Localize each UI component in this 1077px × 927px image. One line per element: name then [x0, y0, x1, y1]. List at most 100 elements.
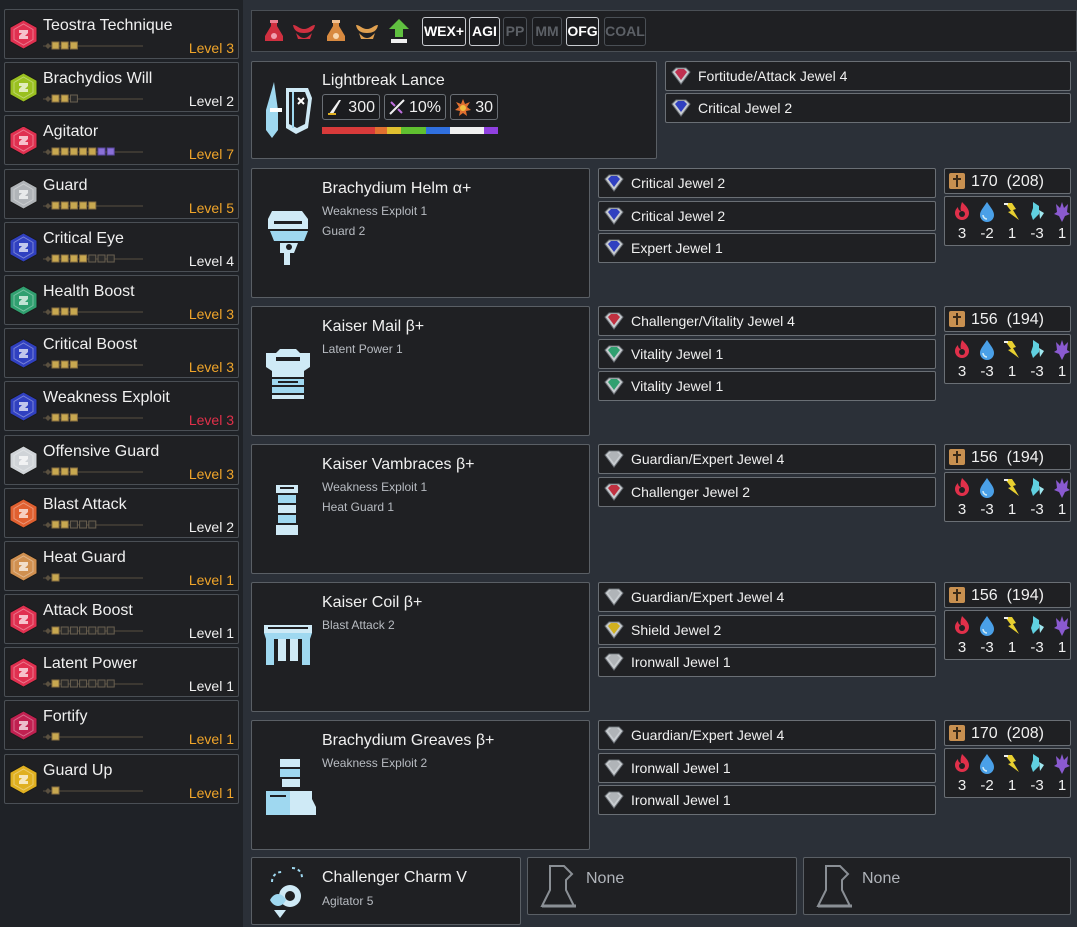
orange-potion-icon[interactable] — [322, 17, 350, 45]
armor-panel[interactable]: Brachydium Helm α+ Weakness Exploit 1 Guar… — [251, 168, 590, 298]
decoration-name: Ironwall Jewel 1 — [631, 654, 731, 670]
skill-row[interactable]: Attack Boost Level 1 — [4, 594, 239, 645]
toggle-mm-button[interactable]: MM — [532, 17, 562, 46]
armor-skill: Guard 2 — [322, 224, 366, 238]
decoration-slot[interactable]: Ironwall Jewel 1 — [598, 752, 936, 783]
empty-slot-2[interactable]: None — [803, 857, 1071, 915]
jewel-icon — [603, 725, 625, 745]
resistance-value: 1 — [1057, 225, 1067, 242]
armor-panel[interactable]: Kaiser Coil β+ Blast Attack 2 — [251, 582, 590, 712]
skill-name: Guard Up — [43, 761, 113, 779]
skill-row[interactable]: Brachydios Will Level 2 — [4, 62, 239, 113]
skill-row[interactable]: Latent Power Level 1 — [4, 647, 239, 698]
skill-level: Level 1 — [188, 784, 234, 801]
decoration-slot[interactable]: Critical Jewel 2 — [598, 168, 936, 198]
decoration-slot[interactable]: Guardian/Expert Jewel 4 — [598, 582, 936, 612]
decoration-slot[interactable]: Expert Jewel 1 — [598, 233, 936, 263]
decoration-slot[interactable]: Challenger Jewel 2 — [598, 476, 936, 507]
skill-level-pips — [43, 307, 143, 316]
decoration-slot[interactable]: Shield Jewel 2 — [598, 614, 936, 645]
decoration-slot[interactable]: Challenger/Vitality Jewel 4 — [598, 306, 936, 336]
skill-row[interactable]: Fortify Level 1 — [4, 700, 239, 751]
skill-row[interactable]: Teostra Technique Level 3 — [4, 9, 239, 59]
skill-row[interactable]: Health Boost Level 3 — [4, 274, 239, 325]
decoration-slot[interactable]: Critical Jewel 2 — [665, 93, 1071, 123]
armor-skill: Blast Attack 2 — [322, 618, 395, 632]
armor-skill: Weakness Exploit 2 — [322, 756, 428, 770]
skill-row[interactable]: Critical Boost Level 3 — [4, 328, 239, 379]
skill-level: Level 7 — [188, 146, 234, 163]
resistance-value: -3 — [1030, 639, 1044, 656]
defense-value-box: 156 (194) — [944, 306, 1071, 332]
jewel-icon — [603, 758, 625, 778]
charm-name: Challenger Charm V — [322, 869, 467, 886]
skill-icon — [8, 498, 39, 529]
defense-icon — [949, 449, 965, 465]
decoration-slot[interactable]: Critical Jewel 2 — [598, 200, 936, 231]
decoration-name: Vitality Jewel 1 — [631, 345, 724, 362]
skill-icon — [8, 710, 39, 742]
affinity-icon — [389, 99, 405, 115]
toggle-pp-button[interactable]: PP — [503, 17, 527, 46]
green-arrow-icon[interactable] — [385, 17, 413, 45]
orange-horns-icon[interactable] — [353, 17, 381, 45]
skill-row[interactable]: Agitator Level 7 — [4, 115, 239, 166]
skill-level: Level 1 — [188, 571, 234, 588]
decoration-slot[interactable]: Ironwall Jewel 1 — [598, 785, 936, 815]
decoration-name: Guardian/Expert Jewel 4 — [631, 451, 785, 467]
weapon-panel[interactable]: Lightbreak Lance 300 10% 30 — [251, 61, 657, 159]
red-horns-icon[interactable] — [290, 17, 318, 45]
skill-name: Critical Eye — [43, 229, 124, 247]
ice-resist-icon — [1031, 616, 1044, 634]
empty-slot-1[interactable]: None — [527, 857, 797, 915]
toggle-wex-button[interactable]: WEX+ — [422, 17, 466, 46]
jewel-icon — [603, 482, 625, 502]
charm-panel[interactable]: Challenger Charm V Agitator 5 — [251, 857, 521, 925]
toggle-agi-button[interactable]: AGI — [469, 17, 500, 46]
skill-row[interactable]: Offensive Guard Level 3 — [4, 434, 239, 485]
skill-name: Guard — [43, 176, 88, 194]
armor-panel[interactable]: Brachydium Greaves β+ Weakness Exploit 2 — [251, 720, 590, 850]
red-potion-icon[interactable] — [260, 17, 288, 45]
decoration-slot[interactable]: Guardian/Expert Jewel 4 — [598, 444, 936, 474]
decoration-slot[interactable]: Fortitude/Attack Jewel 4 — [665, 61, 1071, 91]
defense-value-box: 170 (208) — [944, 168, 1071, 194]
skill-row[interactable]: Guard Level 5 — [4, 168, 239, 219]
toggle-ofg-button[interactable]: OFG — [566, 17, 599, 46]
empty-slot-label: None — [586, 870, 625, 887]
water-resist-icon — [980, 478, 994, 498]
skills-sidebar: Teostra Technique Level 3 Brachydios Will L… — [0, 0, 243, 927]
water-resist-icon — [980, 616, 994, 636]
thunder-resist-icon — [1004, 341, 1019, 358]
decoration-slot[interactable]: Vitality Jewel 1 — [598, 371, 936, 401]
skill-row[interactable]: Critical Eye Level 4 — [4, 221, 239, 272]
decoration-name: Critical Jewel 2 — [631, 175, 726, 191]
decoration-slot[interactable]: Guardian/Expert Jewel 4 — [598, 720, 936, 750]
armor-panel[interactable]: Kaiser Vambraces β+ Weakness Exploit 1 Hea… — [251, 444, 590, 574]
decoration-slot[interactable]: Vitality Jewel 1 — [598, 338, 936, 369]
resistance-value: -3 — [1030, 777, 1044, 794]
skill-row[interactable]: Heat Guard Level 1 — [4, 540, 239, 591]
thunder-resist-icon — [1004, 755, 1019, 772]
charm-skill: Agitator 5 — [322, 894, 374, 908]
jewel-icon — [603, 652, 625, 672]
toggle-coal-button[interactable]: COAL — [604, 17, 646, 46]
affinity-value: 10% — [408, 99, 441, 116]
armor-name: Brachydium Greaves β+ — [322, 732, 495, 749]
resistance-value: 1 — [1007, 501, 1017, 518]
armor-name: Kaiser Coil β+ — [322, 594, 423, 611]
decoration-slot[interactable]: Ironwall Jewel 1 — [598, 647, 936, 677]
skill-icon — [8, 764, 39, 795]
skill-row[interactable]: Blast Attack Level 2 — [4, 487, 239, 538]
skill-name: Blast Attack — [43, 495, 127, 513]
skill-level-pips — [43, 254, 143, 263]
skill-icon — [8, 72, 39, 103]
skill-row[interactable]: Weakness Exploit Level 3 — [4, 381, 239, 432]
skill-row[interactable]: Guard Up Level 1 — [4, 753, 239, 804]
skill-level: Level 1 — [188, 678, 234, 695]
armor-panel[interactable]: Kaiser Mail β+ Latent Power 1 — [251, 306, 590, 436]
element-value: 30 — [475, 99, 493, 116]
skill-level: Level 5 — [188, 199, 234, 216]
jewel-icon — [603, 173, 625, 193]
skill-level-pips — [43, 360, 143, 369]
